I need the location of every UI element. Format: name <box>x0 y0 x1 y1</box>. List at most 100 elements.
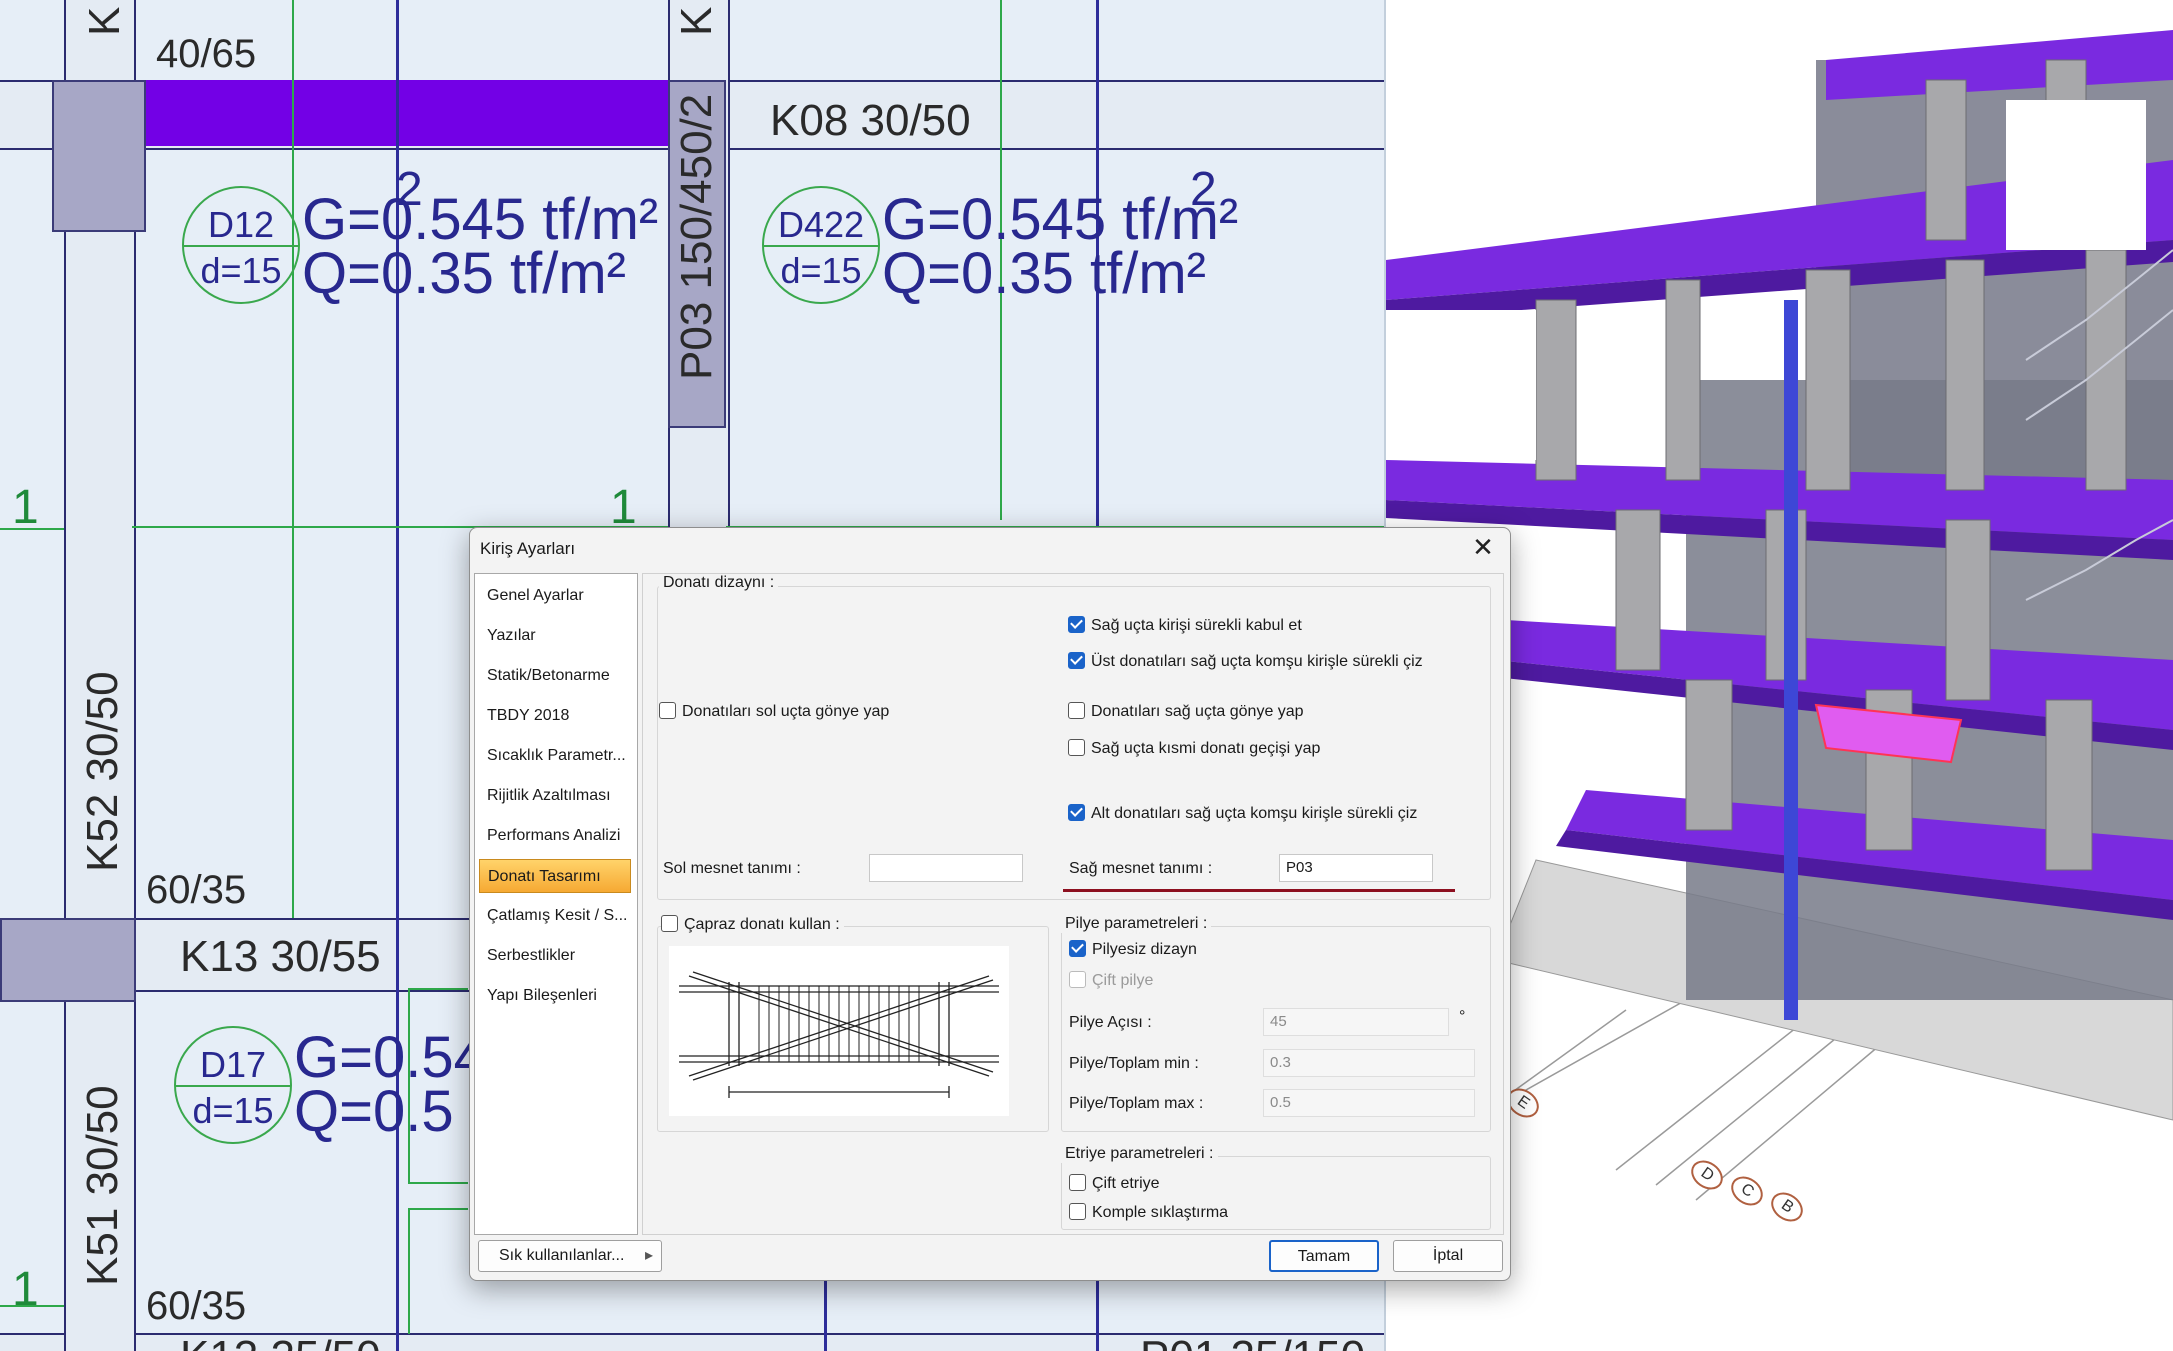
cift-pilye-checkbox[interactable]: Çift pilye <box>1069 971 1153 991</box>
column-label-k51: K51 30/50 <box>78 1085 127 1286</box>
guide-green-box2-l <box>408 1208 410 1334</box>
guide-green-box-t <box>408 988 468 990</box>
axis-marker-3: 1 <box>12 1263 39 1316</box>
kismi-gecis-checkbox[interactable]: Sağ uçta kısmi donatı geçişi yap <box>1068 739 1320 759</box>
sidebar-item-tbdy-2018[interactable]: TBDY 2018 <box>479 699 631 733</box>
column-block-top-left[interactable] <box>52 80 146 232</box>
alt-surekli-label: Alt donatıları sağ uçta komşu kirişle sü… <box>1091 805 1418 822</box>
slab-tag-d17[interactable]: D17 d=15 <box>174 1026 292 1144</box>
slab-thickness: d=15 <box>200 250 282 291</box>
beam-label-40-65: 40/65 <box>156 32 257 76</box>
capraz-donati-diagram <box>669 946 1009 1116</box>
sidebar-item-yapi-bilesenleri[interactable]: Yapı Bileşenleri <box>479 979 631 1013</box>
pilye-min-input[interactable]: 0.3 <box>1263 1049 1475 1077</box>
sidebar-item-sicaklik[interactable]: Sıcaklık Parametr... <box>479 739 631 773</box>
checkbox-box[interactable] <box>1068 739 1085 756</box>
sol-gonye-checkbox[interactable]: Donatıları sol uçta gönye yap <box>659 702 889 722</box>
slab-thickness: d=15 <box>780 250 862 291</box>
sag-gonye-label: Donatıları sağ uçta gönye yap <box>1091 703 1304 720</box>
etriye-group-label: Etriye parametreleri : <box>1061 1145 1218 1163</box>
checkbox-box[interactable] <box>661 915 678 932</box>
column-label-k-top: K <box>80 6 129 36</box>
favorites-button[interactable]: Sık kullanılanlar... ▸ <box>478 1240 662 1272</box>
slab2-marker: 2 <box>1190 163 1217 216</box>
beam-label-60-35-b: 60/35 <box>146 1284 247 1328</box>
sag-surekli-checkbox[interactable]: Sağ uçta kirişi sürekli kabul et <box>1068 616 1302 636</box>
chevron-right-icon: ▸ <box>644 1247 653 1264</box>
sag-mesnet-highlight <box>1063 889 1455 892</box>
cross-reinforcement-drawing-icon <box>679 971 999 1098</box>
column-label-p03: P03 150/450/2 <box>672 93 721 380</box>
slab3-g-load: G=0.54 <box>294 1025 486 1090</box>
sol-gonye-label: Donatıları sol uçta gönye yap <box>682 703 890 720</box>
checkbox-box[interactable] <box>659 702 676 719</box>
komple-siklastirma-checkbox[interactable]: Komple sıklaştırma <box>1069 1203 1228 1223</box>
kismi-gecis-label: Sağ uçta kısmi donatı geçişi yap <box>1091 740 1321 757</box>
slab1-g-load: G=0.545 tf/m² <box>302 187 659 252</box>
cift-etriye-label: Çift etriye <box>1092 1175 1160 1192</box>
slab2-q-load: Q=0.35 tf/m² <box>882 241 1206 306</box>
beam-label-k08: K08 30/50 <box>770 96 971 145</box>
slab-tag-d12[interactable]: D12 d=15 <box>182 186 300 304</box>
komple-siklastirma-label: Komple sıklaştırma <box>1092 1204 1229 1221</box>
sidebar-item-genel-ayarlar[interactable]: Genel Ayarlar <box>479 579 631 613</box>
axis-line-3 <box>824 1270 827 1351</box>
pilye-max-label: Pilye/Toplam max : <box>1069 1095 1204 1112</box>
slab-tag-d422[interactable]: D422 d=15 <box>762 186 880 304</box>
close-icon[interactable]: ✕ <box>1468 532 1498 562</box>
guide-line-1 <box>292 0 294 918</box>
checkbox-box[interactable] <box>1069 940 1086 957</box>
column-label-k-top-mid: K <box>672 6 721 36</box>
guide-green-box-b <box>408 1182 468 1184</box>
ust-surekli-checkbox[interactable]: Üst donatıları sağ uçta komşu kirişle sü… <box>1068 652 1423 672</box>
checkbox-box[interactable] <box>1068 702 1085 719</box>
selected-beam[interactable] <box>144 80 668 146</box>
beam-settings-dialog[interactable]: Kiriş Ayarları ✕ Genel Ayarlar Yazılar S… <box>469 527 1511 1281</box>
pilye-aci-unit: ° <box>1459 1008 1466 1025</box>
pilye-max-input[interactable]: 0.5 <box>1263 1089 1475 1117</box>
checkbox-box[interactable] <box>1068 616 1085 633</box>
column-block-k13-left[interactable] <box>0 918 136 1002</box>
beam-label-k13: K13 30/55 <box>180 932 381 981</box>
sidebar-item-yazilar[interactable]: Yazılar <box>479 619 631 653</box>
pilyesiz-label: Pilyesiz dizayn <box>1092 941 1197 958</box>
checkbox-box[interactable] <box>1069 971 1086 988</box>
cancel-button[interactable]: İptal <box>1393 1240 1503 1272</box>
guide-green-box2-t <box>408 1208 468 1210</box>
donati-dizayni-label: Donatı dizaynı : <box>659 574 779 592</box>
sidebar-item-serbestlikler[interactable]: Serbestlikler <box>479 939 631 973</box>
slab-name: D17 <box>199 1044 267 1085</box>
sag-mesnet-input[interactable]: P03 <box>1279 854 1433 882</box>
pilyesiz-checkbox[interactable]: Pilyesiz dizayn <box>1069 940 1197 960</box>
beam-label-bottom: K13 25/50 <box>180 1332 381 1351</box>
capraz-donati-label: Çapraz donatı kullan : <box>684 916 840 933</box>
pilye-aci-input[interactable]: 45 <box>1263 1008 1449 1036</box>
sag-gonye-checkbox[interactable]: Donatıları sağ uçta gönye yap <box>1068 702 1304 722</box>
dialog-title: Kiriş Ayarları <box>480 539 576 558</box>
settings-sidebar: Genel Ayarlar Yazılar Statik/Betonarme T… <box>474 573 638 1235</box>
capraz-donati-checkbox[interactable]: Çapraz donatı kullan : <box>661 915 844 935</box>
sol-mesnet-label: Sol mesnet tanımı : <box>663 860 801 877</box>
sidebar-item-performans[interactable]: Performans Analizi <box>479 819 631 853</box>
pilye-aci-label: Pilye Açısı : <box>1069 1014 1152 1031</box>
checkbox-box[interactable] <box>1069 1174 1086 1191</box>
checkbox-box[interactable] <box>1068 652 1085 669</box>
favorites-label: Sık kullanılanlar... <box>499 1247 625 1264</box>
alt-surekli-checkbox[interactable]: Alt donatıları sağ uçta komşu kirişle sü… <box>1068 804 1417 824</box>
sidebar-item-statik-betonarme[interactable]: Statik/Betonarme <box>479 659 631 693</box>
ok-button[interactable]: Tamam <box>1269 1240 1379 1272</box>
checkbox-box[interactable] <box>1069 1203 1086 1220</box>
settings-content: Donatı dizaynı : Sağ uçta kirişi sürekli… <box>642 573 1504 1235</box>
slab-divider <box>176 1085 290 1087</box>
sag-mesnet-label: Sağ mesnet tanımı : <box>1069 860 1213 877</box>
beam-label-60-35-a: 60/35 <box>146 868 247 912</box>
checkbox-box[interactable] <box>1068 804 1085 821</box>
sidebar-item-catlamis-kesit[interactable]: Çatlamış Kesit / S... <box>479 899 631 933</box>
slab-divider <box>184 245 298 247</box>
sol-mesnet-input[interactable] <box>869 854 1023 882</box>
axis-marker-1: 1 <box>12 481 39 534</box>
sidebar-item-rijitlik[interactable]: Rijitlik Azaltılması <box>479 779 631 813</box>
pilye-group-label: Pilye parametreleri : <box>1061 915 1212 933</box>
cift-etriye-checkbox[interactable]: Çift etriye <box>1069 1174 1160 1194</box>
sidebar-item-donati-tasarimi[interactable]: Donatı Tasarımı <box>479 859 631 893</box>
